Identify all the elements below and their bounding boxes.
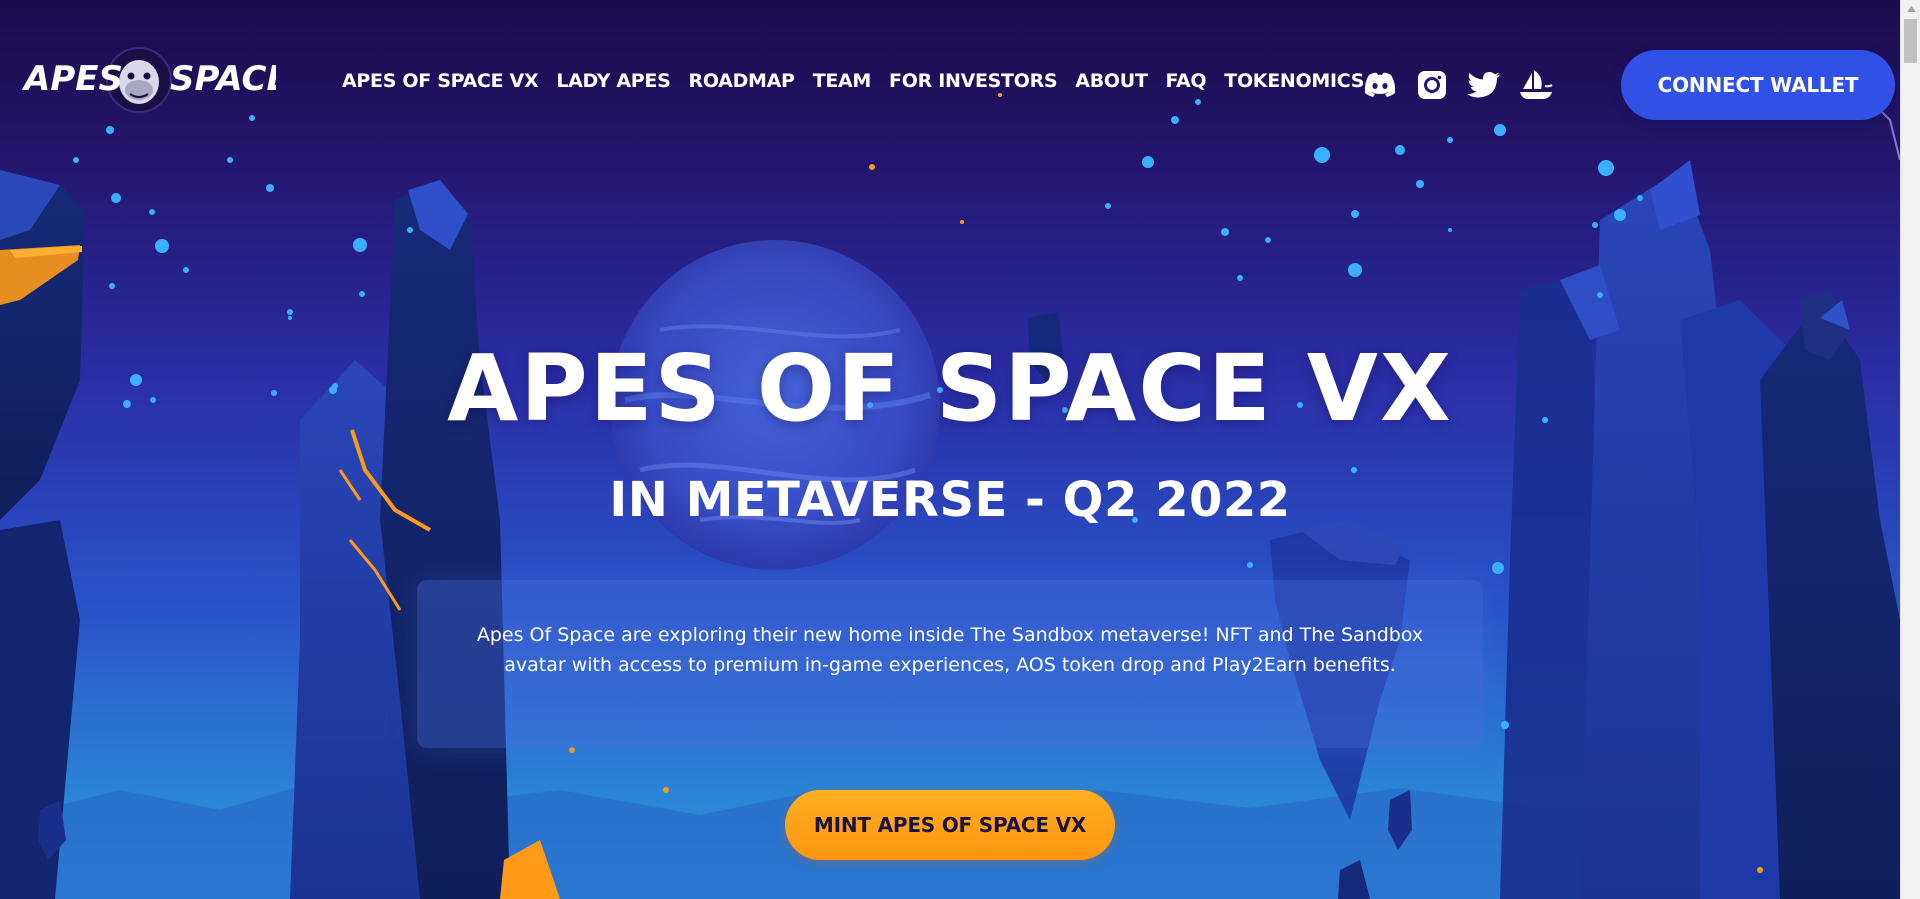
nav-item-faq[interactable]: FAQ [1166,70,1207,92]
instagram-icon[interactable] [1414,68,1450,102]
brand-logo[interactable]: APES SPACE [21,44,290,122]
main-navigation: APES OF SPACE VX LADY APES ROADMAP TEAM … [342,70,1382,92]
twitter-icon[interactable] [1466,68,1502,102]
scrollbar-thumb[interactable] [1904,19,1917,63]
hero-section: APES SPACE APES OF SPACE VX LADY APES RO… [0,0,1900,899]
connect-wallet-button[interactable]: CONNECT WALLET [1621,50,1895,120]
nav-item-about[interactable]: ABOUT [1075,70,1148,92]
page-scrollbar[interactable] [1900,0,1920,899]
opensea-icon[interactable] [1518,68,1554,102]
hero-title: APES OF SPACE VX [447,335,1453,442]
nav-item-lady-apes[interactable]: LADY APES [556,70,670,92]
discord-icon[interactable] [1362,68,1398,102]
left-rock-formations [0,170,510,899]
nav-item-team[interactable]: TEAM [813,70,872,92]
nav-item-roadmap[interactable]: ROADMAP [689,70,795,92]
nav-item-apes-of-space-vx[interactable]: APES OF SPACE VX [342,70,539,92]
hero-subtitle: IN METAVERSE - Q2 2022 [609,472,1291,528]
scroll-up-arrow-icon[interactable] [1901,0,1920,17]
ape-logo-icon: APES SPACE [21,47,290,113]
logo-text-apes: APES [22,59,123,99]
mint-button[interactable]: MINT APES OF SPACE VX [785,790,1115,860]
hero-description: Apes Of Space are exploring their new ho… [476,624,1424,676]
social-links [1362,68,1554,102]
space-background-illustration [0,93,1900,899]
nav-item-for-investors[interactable]: FOR INVESTORS [889,70,1058,92]
logo-text-space: SPACE [170,59,276,99]
nav-item-tokenomics[interactable]: TOKENOMICS [1224,70,1364,92]
